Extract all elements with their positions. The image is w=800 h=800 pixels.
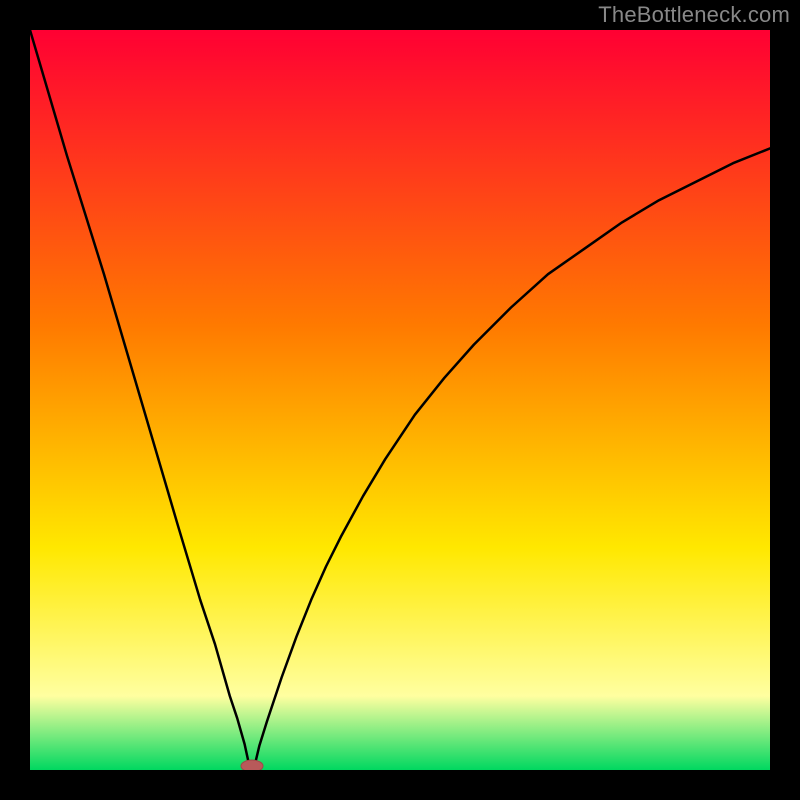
- chart-svg: [30, 30, 770, 770]
- chart-frame: TheBottleneck.com: [0, 0, 800, 800]
- plot-area: [30, 30, 770, 770]
- minimum-marker: [241, 760, 263, 770]
- watermark-text: TheBottleneck.com: [598, 2, 790, 28]
